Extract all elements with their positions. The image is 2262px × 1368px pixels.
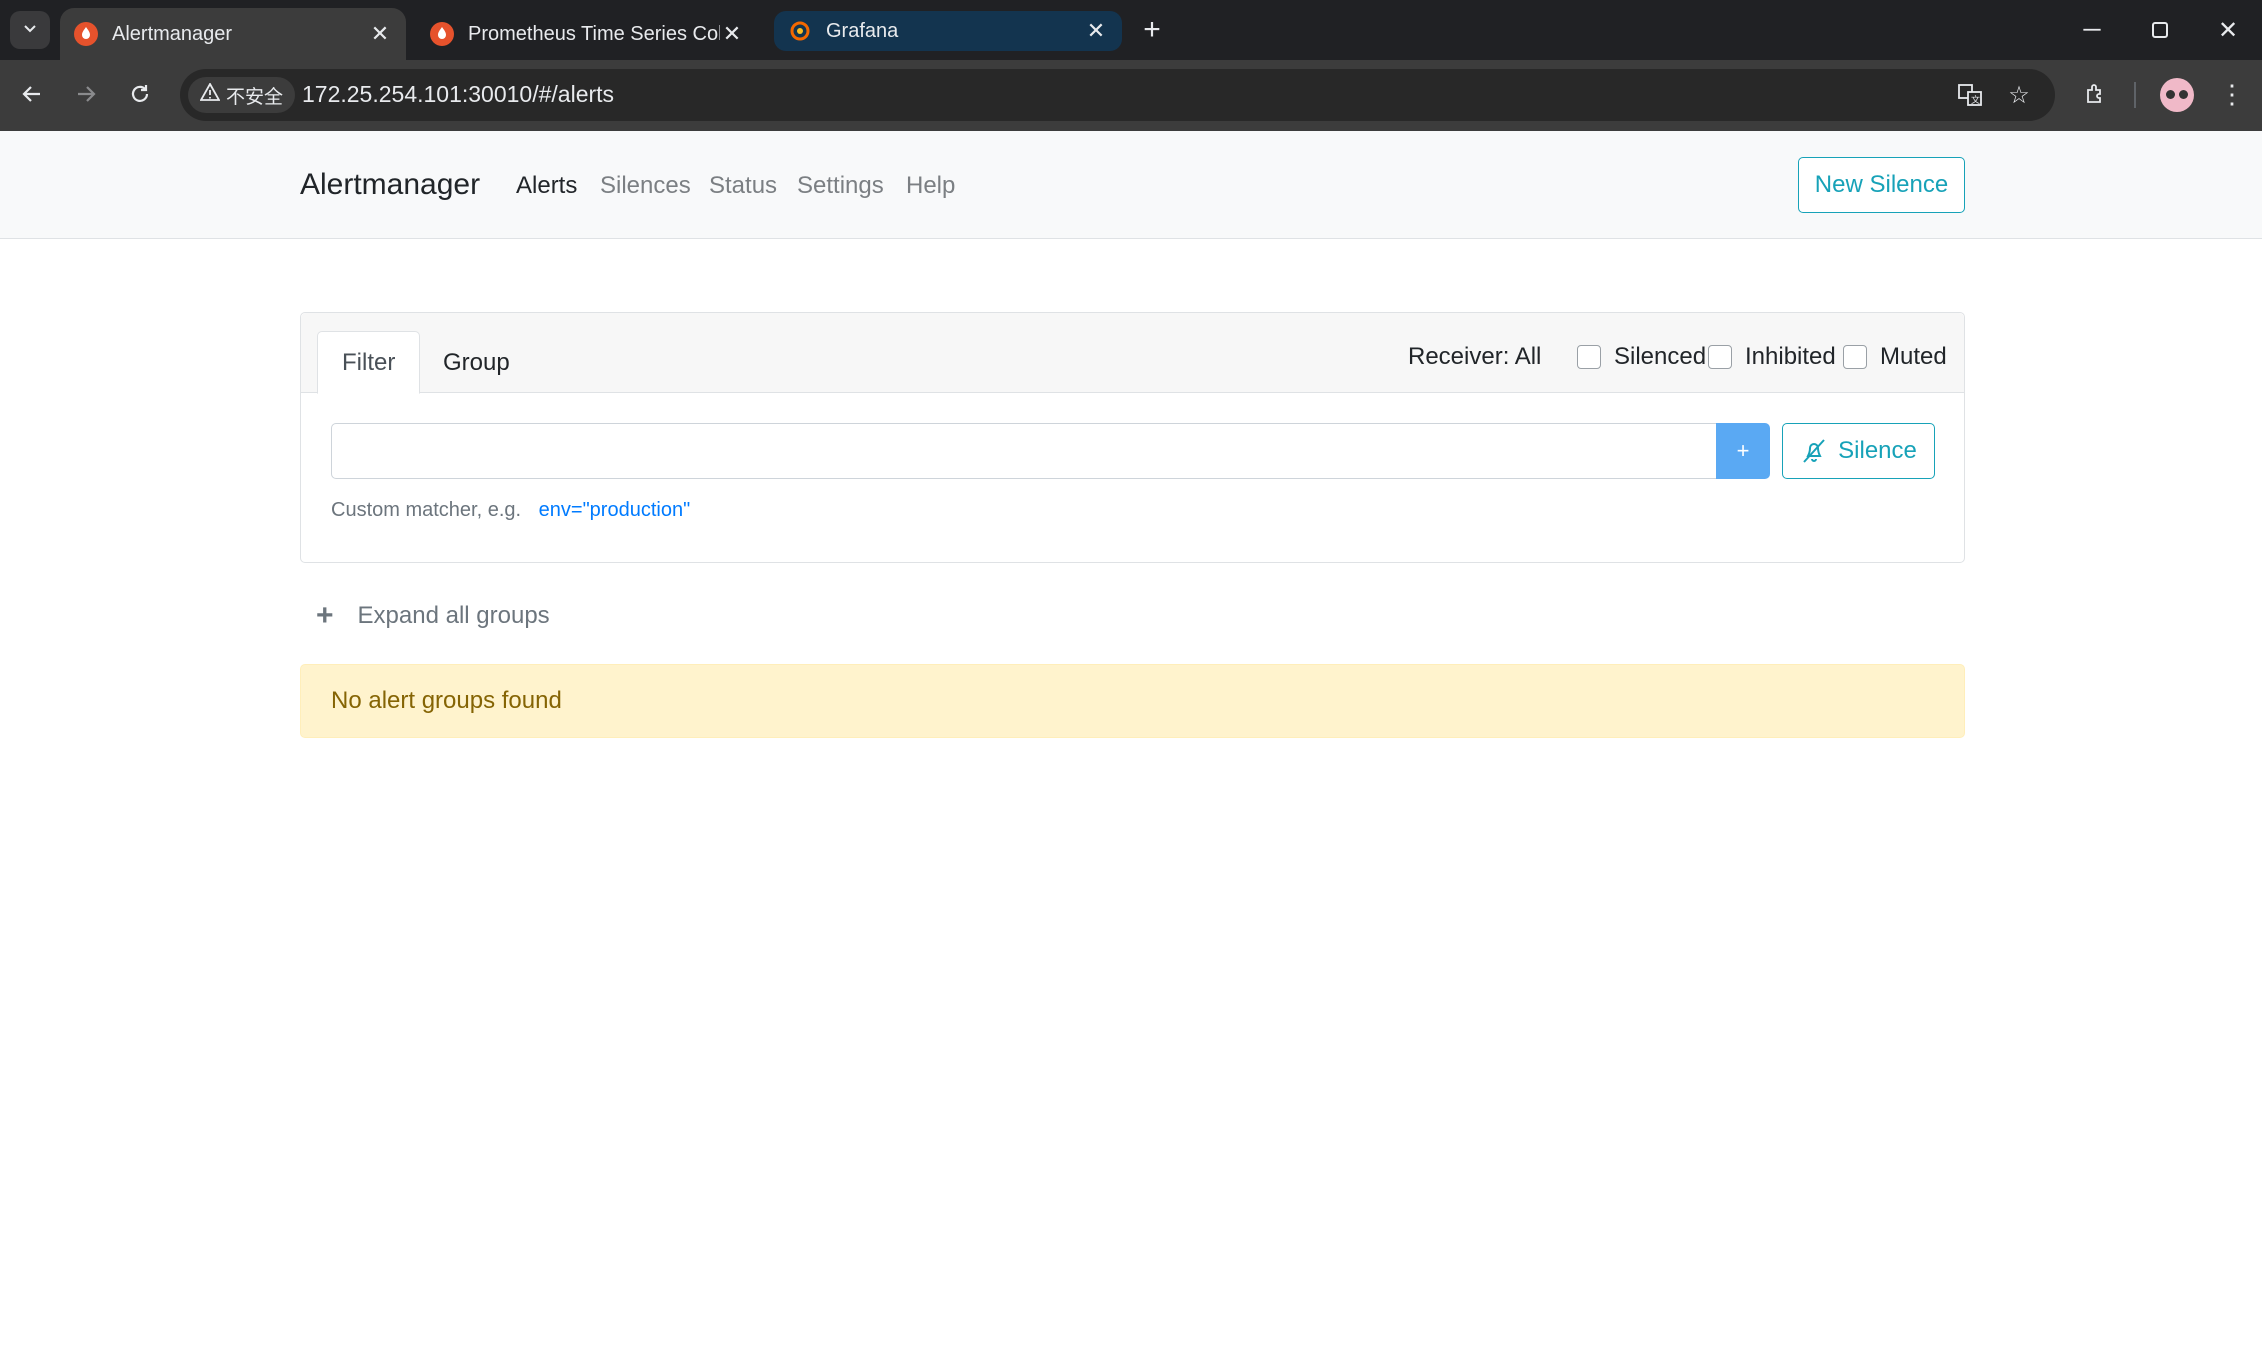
hint-text: Custom matcher, e.g.	[331, 499, 522, 521]
filter-card: Filter Group Receiver: All Silenced Inhi…	[300, 312, 1965, 563]
warning-icon	[199, 82, 221, 107]
checkbox-box[interactable]	[1708, 345, 1732, 369]
close-icon[interactable]: ✕	[720, 21, 744, 46]
more-menu-icon[interactable]: ⋮	[2212, 74, 2252, 114]
checkbox-label: Silenced	[1614, 343, 1707, 370]
nav-status[interactable]: Status	[709, 172, 777, 200]
nav-help[interactable]: Help	[906, 172, 955, 200]
bookmark-star-icon[interactable]: ☆	[2003, 79, 2035, 111]
reload-button[interactable]	[120, 74, 160, 114]
tab-title: Grafana	[826, 19, 899, 42]
empty-message-text: No alert groups found	[331, 687, 562, 714]
tab-group[interactable]: Group	[419, 331, 534, 394]
security-label: 不安全	[226, 86, 284, 108]
tab-title: Alertmanager	[112, 22, 233, 45]
tab-grafana[interactable]: Grafana ✕	[774, 11, 1122, 51]
muted-checkbox[interactable]: Muted	[1843, 343, 1947, 371]
silence-button-label: Silence	[1838, 437, 1917, 464]
security-chip[interactable]: 不安全	[188, 77, 296, 113]
matcher-hint: Custom matcher, e.g. env="production"	[331, 499, 690, 522]
silence-button[interactable]: Silence	[1782, 423, 1935, 479]
tab-strip: Alertmanager ✕ Prometheus Time Series Co…	[0, 0, 2262, 60]
back-button[interactable]	[12, 74, 52, 114]
nav-silences[interactable]: Silences	[600, 172, 691, 200]
translate-icon[interactable]: 文	[1954, 79, 1986, 111]
grafana-icon	[788, 19, 812, 43]
checkbox-box[interactable]	[1843, 345, 1867, 369]
tab-title: Prometheus Time Series Coll	[468, 22, 720, 45]
tab-search-button[interactable]	[10, 11, 50, 49]
nav-alerts[interactable]: Alerts	[516, 172, 577, 200]
empty-alert-message: No alert groups found	[300, 664, 1965, 738]
url-text: 172.25.254.101:30010/#/alerts	[302, 81, 615, 107]
app-navbar: Alertmanager Alerts Silences Status Sett…	[0, 131, 2262, 239]
profile-avatar[interactable]	[2160, 78, 2194, 112]
matcher-input[interactable]	[331, 423, 1717, 479]
minimize-icon[interactable]: ─	[2064, 8, 2120, 52]
silenced-checkbox[interactable]: Silenced	[1577, 343, 1706, 371]
tab-prometheus[interactable]: Prometheus Time Series Coll ✕	[416, 8, 758, 60]
inhibited-checkbox[interactable]: Inhibited	[1708, 343, 1836, 371]
extensions-icon[interactable]	[2076, 74, 2116, 114]
tab-filter[interactable]: Filter	[317, 331, 421, 394]
chevron-down-icon	[22, 20, 38, 41]
toolbar-divider	[2134, 82, 2136, 108]
expand-label: Expand all groups	[357, 602, 550, 629]
bell-slash-icon	[1803, 439, 1825, 463]
hint-example-link[interactable]: env="production"	[539, 499, 691, 521]
receiver-selector[interactable]: Receiver: All	[1408, 343, 1541, 371]
browser-toolbar: 不安全 172.25.254.101:30010/#/alerts 文 ☆ ⋮	[0, 60, 2262, 131]
svg-text:文: 文	[1971, 94, 1980, 105]
browser-chrome: Alertmanager ✕ Prometheus Time Series Co…	[0, 0, 2262, 131]
maximize-icon[interactable]	[2132, 8, 2188, 52]
expand-all-groups[interactable]: + Expand all groups	[316, 599, 550, 633]
close-icon[interactable]: ✕	[1084, 18, 1108, 43]
prometheus-icon	[74, 22, 98, 46]
close-icon[interactable]: ✕	[368, 21, 392, 46]
filter-card-header: Filter Group Receiver: All Silenced Inhi…	[301, 313, 1964, 394]
nav-settings[interactable]: Settings	[797, 172, 884, 200]
forward-button[interactable]	[66, 74, 106, 114]
brand-title[interactable]: Alertmanager	[300, 168, 480, 202]
prometheus-icon	[430, 22, 454, 46]
new-tab-button[interactable]: +	[1136, 12, 1168, 48]
window-close-icon[interactable]: ✕	[2200, 8, 2256, 52]
add-matcher-button[interactable]: +	[1716, 423, 1770, 479]
alertmanager-page: Alertmanager Alerts Silences Status Sett…	[0, 131, 2262, 1368]
address-bar[interactable]: 不安全 172.25.254.101:30010/#/alerts 文 ☆	[180, 69, 2055, 121]
checkbox-label: Inhibited	[1745, 343, 1836, 370]
checkbox-box[interactable]	[1577, 345, 1601, 369]
checkbox-label: Muted	[1880, 343, 1947, 370]
new-silence-button[interactable]: New Silence	[1798, 157, 1965, 213]
tab-alertmanager[interactable]: Alertmanager ✕	[60, 8, 406, 60]
plus-icon: +	[316, 599, 334, 632]
